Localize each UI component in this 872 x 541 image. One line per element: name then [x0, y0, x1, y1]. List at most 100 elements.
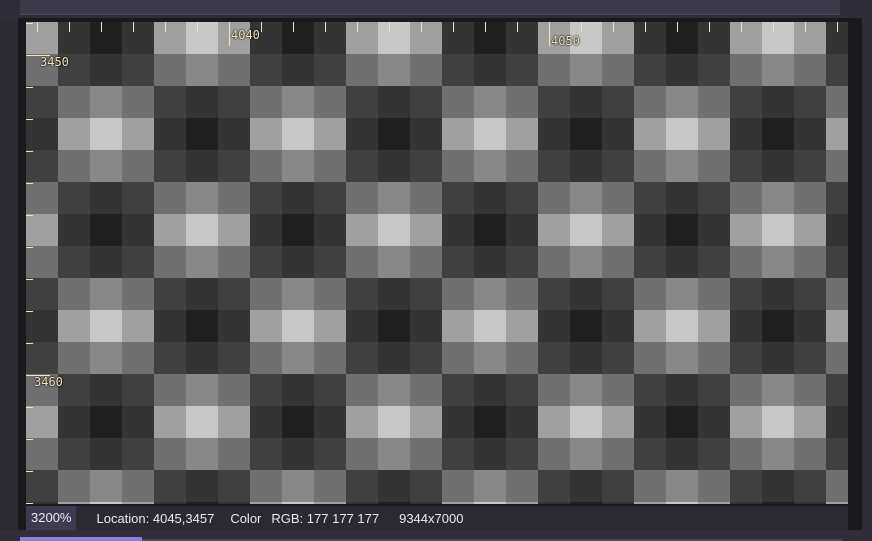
- pixel-cell: [634, 214, 666, 246]
- pixel-cell: [442, 150, 474, 182]
- ruler-tick: [229, 22, 230, 46]
- pixel-cell: [730, 278, 762, 310]
- pixel-cell: [122, 150, 154, 182]
- pixel-cell: [154, 342, 186, 374]
- pixel-cell: [634, 182, 666, 214]
- pixel-cell: [58, 246, 90, 278]
- pixel-cell: [698, 278, 730, 310]
- pixel-cell: [122, 406, 154, 438]
- ruler-tick: [26, 375, 50, 376]
- pixel-cell: [826, 310, 848, 342]
- pixel-cell: [602, 246, 634, 278]
- pixel-cell: [186, 502, 218, 504]
- pixel-cell: [186, 342, 218, 374]
- image-canvas[interactable]: 4040 4050 3450 3460: [26, 22, 848, 504]
- pixel-cell: [762, 342, 794, 374]
- pixel-cell: [282, 182, 314, 214]
- pixel-cell: [250, 342, 282, 374]
- pixel-cell: [282, 342, 314, 374]
- ruler-tick: [357, 22, 358, 32]
- color-label: Color: [230, 510, 262, 526]
- pixel-cell: [442, 54, 474, 86]
- pixel-cell: [90, 342, 122, 374]
- pixel-cell: [506, 502, 538, 504]
- pixel-cell: [506, 118, 538, 150]
- pixel-cell: [762, 374, 794, 406]
- pixel-cell: [794, 150, 826, 182]
- pixel-cell: [762, 278, 794, 310]
- pixel-cell: [122, 342, 154, 374]
- pixel-cell: [218, 118, 250, 150]
- pixel-cell: [282, 150, 314, 182]
- pixel-cell: [346, 502, 378, 504]
- pixel-cell: [570, 118, 602, 150]
- pixel-cell: [122, 502, 154, 504]
- pixel-cell: [314, 310, 346, 342]
- horizontal-ruler: 4040 4050: [26, 22, 848, 48]
- pixel-cell: [218, 54, 250, 86]
- pixel-cell: [826, 278, 848, 310]
- pixel-cell: [538, 438, 570, 470]
- pixel-cell: [698, 54, 730, 86]
- pixel-cell: [794, 342, 826, 374]
- pixel-cell: [122, 86, 154, 118]
- pixel-cell: [570, 310, 602, 342]
- pixel-cell: [762, 150, 794, 182]
- pixel-cell: [442, 278, 474, 310]
- pixel-cell: [314, 182, 346, 214]
- pixel-cell: [794, 246, 826, 278]
- pixel-cell: [218, 310, 250, 342]
- pixel-cell: [122, 214, 154, 246]
- pixel-cell: [474, 406, 506, 438]
- ruler-tick: [805, 22, 806, 32]
- pixel-cell: [602, 182, 634, 214]
- pixel-cell: [282, 54, 314, 86]
- pixel-cell: [538, 214, 570, 246]
- pixel-cell: [826, 214, 848, 246]
- pixel-cell: [218, 438, 250, 470]
- pixel-cell: [794, 374, 826, 406]
- ruler-tick: [69, 22, 70, 32]
- pixel-cell: [634, 374, 666, 406]
- ruler-tick: [165, 22, 166, 32]
- pixel-cell: [410, 182, 442, 214]
- pixel-cell: [90, 374, 122, 406]
- pixel-cell: [282, 86, 314, 118]
- zoom-level[interactable]: 3200%: [26, 506, 77, 530]
- pixel-cell: [186, 54, 218, 86]
- ruler-tick: [645, 22, 646, 32]
- pixel-cell: [186, 470, 218, 502]
- pixel-cell: [442, 342, 474, 374]
- pixel-cell: [762, 438, 794, 470]
- pixel-cell: [442, 86, 474, 118]
- pixel-cell: [250, 246, 282, 278]
- pixel-cell: [250, 470, 282, 502]
- pixel-cell: [794, 502, 826, 504]
- pixel-cell: [538, 118, 570, 150]
- pixel-cell: [666, 438, 698, 470]
- ruler-tick: [26, 87, 33, 88]
- pixel-cell: [730, 54, 762, 86]
- pixel-cell: [378, 502, 410, 504]
- pixel-cell: [154, 150, 186, 182]
- ruler-tick: [26, 439, 33, 440]
- pixel-cell: [58, 438, 90, 470]
- pixel-cell: [58, 406, 90, 438]
- pixel-cell: [474, 502, 506, 504]
- pixel-cell: [730, 86, 762, 118]
- pixel-cell: [90, 214, 122, 246]
- pixel-cell: [122, 310, 154, 342]
- pixel-cell: [378, 470, 410, 502]
- pixel-cell: [250, 278, 282, 310]
- pixel-cell: [314, 278, 346, 310]
- pixel-cell: [218, 278, 250, 310]
- ruler-tick: [26, 23, 33, 24]
- pixel-cell: [698, 438, 730, 470]
- ruler-tick: [517, 22, 518, 32]
- pixel-cell: [826, 86, 848, 118]
- pixel-cell: [730, 406, 762, 438]
- pixel-cell: [570, 342, 602, 374]
- pixel-cell: [186, 278, 218, 310]
- pixel-cell: [218, 150, 250, 182]
- pixel-cell: [666, 374, 698, 406]
